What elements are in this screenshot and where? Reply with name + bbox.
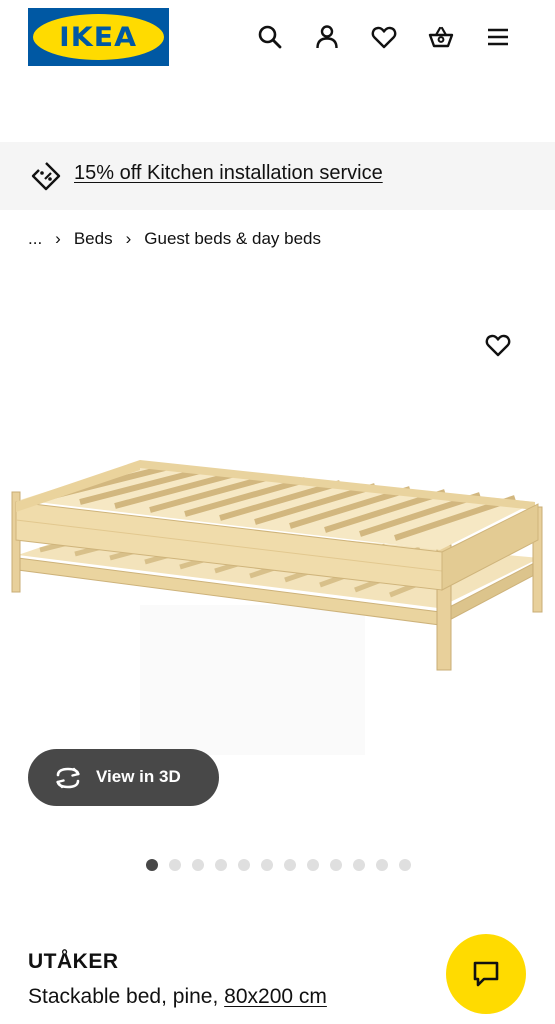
promo-link[interactable]: 15% off Kitchen installation service [74, 162, 383, 185]
carousel-dot[interactable] [215, 859, 227, 871]
chat-icon [473, 961, 499, 987]
search-icon[interactable] [252, 19, 288, 55]
product-size-link[interactable]: 80x200 cm [224, 985, 327, 1008]
product-description: Stackable bed, pine, 80x200 cm [28, 985, 327, 1009]
account-icon[interactable] [309, 19, 345, 55]
chevron-right-icon: › [55, 229, 61, 248]
breadcrumb-ellipsis[interactable]: ... [28, 229, 42, 249]
product-description-text: Stackable bed, pine, [28, 985, 219, 1008]
breadcrumb: ... › Beds › Guest beds & day beds [28, 229, 321, 249]
product-image[interactable] [0, 440, 555, 760]
product-name: UTÅKER [28, 950, 119, 973]
add-to-favourites-button[interactable] [480, 327, 516, 363]
ikea-logo[interactable]: IKEA [28, 8, 169, 66]
heart-icon [485, 334, 511, 357]
breadcrumb-guest-beds[interactable]: Guest beds & day beds [144, 229, 321, 249]
carousel-dot[interactable] [261, 859, 273, 871]
promo-banner: 15% off Kitchen installation service [0, 142, 555, 210]
chat-button[interactable] [446, 934, 526, 1014]
carousel-dot[interactable] [330, 859, 342, 871]
view-in-3d-label: View in 3D [96, 767, 181, 786]
carousel-indicator [146, 859, 411, 871]
carousel-dot[interactable] [376, 859, 388, 871]
logo-oval: IKEA [33, 14, 164, 60]
carousel-dot[interactable] [284, 859, 296, 871]
view-in-3d-button[interactable]: View in 3D [28, 749, 219, 806]
carousel-dot[interactable] [169, 859, 181, 871]
carousel-dot[interactable] [238, 859, 250, 871]
logo-text: IKEA [59, 21, 138, 53]
breadcrumb-beds[interactable]: Beds [74, 229, 113, 249]
carousel-dot[interactable] [192, 859, 204, 871]
carousel-dot[interactable] [307, 859, 319, 871]
carousel-dot[interactable] [399, 859, 411, 871]
menu-icon[interactable] [480, 19, 516, 55]
tag-icon [31, 162, 61, 191]
carousel-dot[interactable] [353, 859, 365, 871]
carousel-dot[interactable] [146, 859, 158, 871]
rotate-3d-icon [56, 767, 80, 789]
chevron-right-icon: › [125, 229, 132, 248]
heart-icon[interactable] [366, 19, 402, 55]
site-header: IKEA [0, 0, 555, 80]
basket-icon[interactable] [423, 19, 459, 55]
